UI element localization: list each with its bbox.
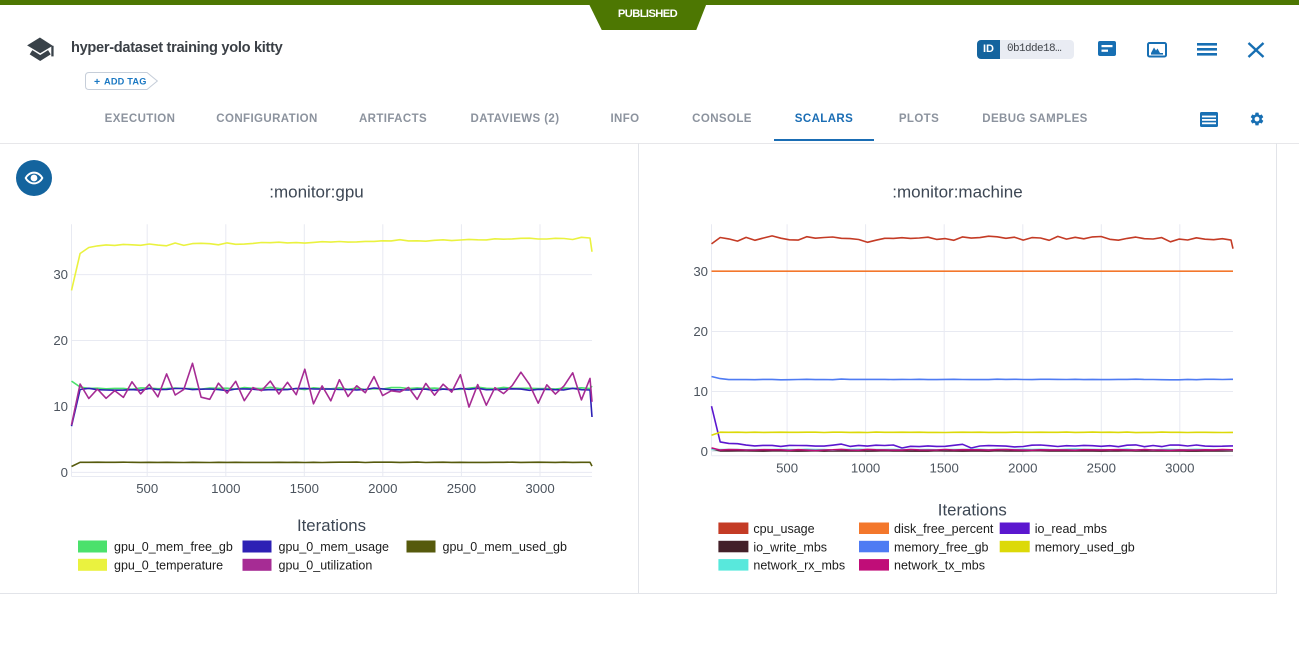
svg-text:ADD TAG: ADD TAG	[104, 77, 147, 87]
svg-text:+: +	[94, 76, 100, 88]
